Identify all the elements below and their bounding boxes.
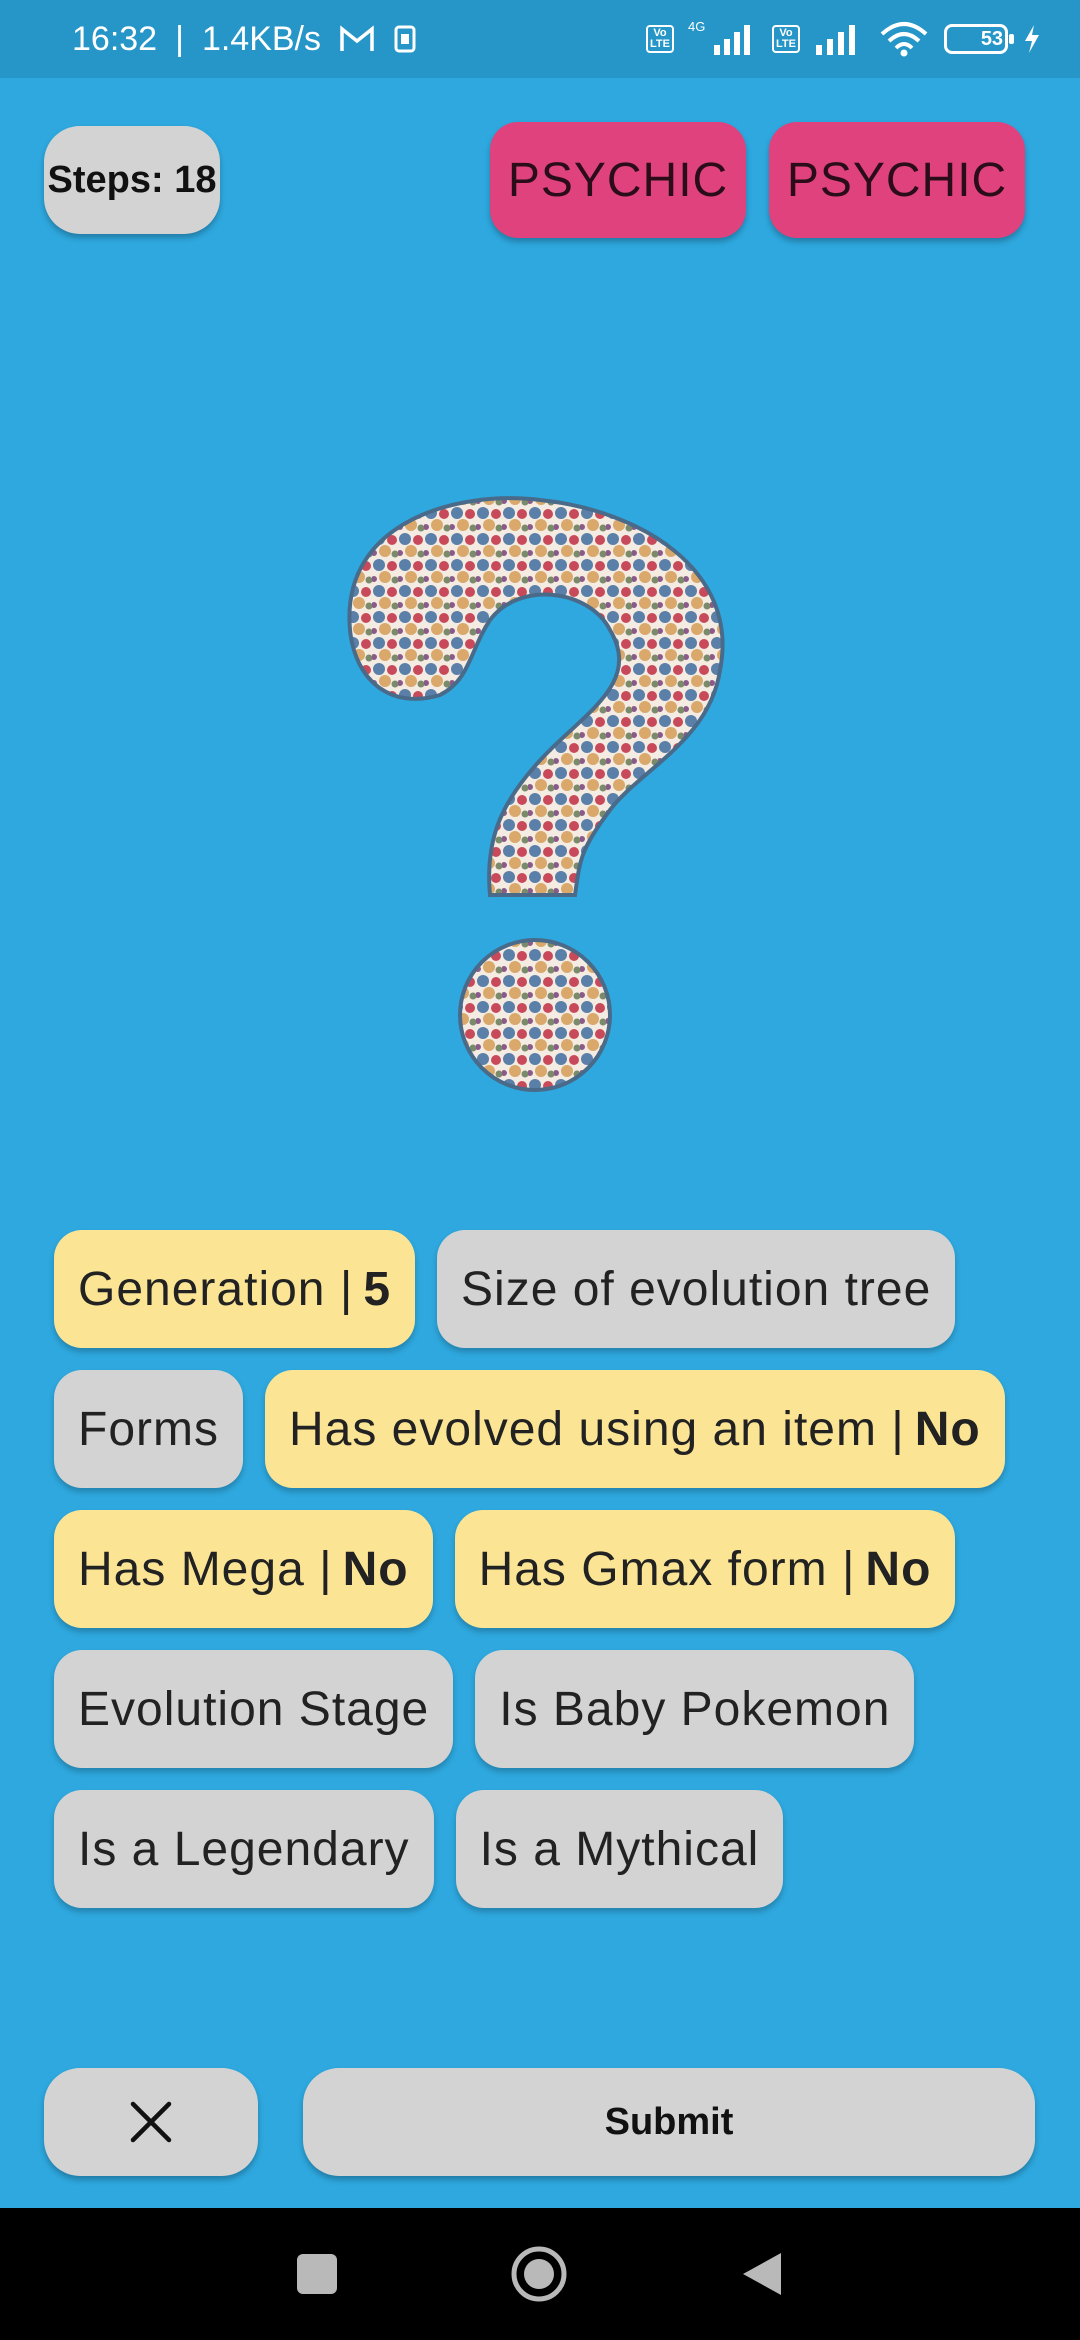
question-chip-evolution-tree-size[interactable]: Size of evolution tree — [437, 1230, 956, 1348]
type-badge-1: PSYCHIC — [490, 122, 746, 238]
sim-icon — [393, 24, 417, 54]
close-icon — [130, 2101, 172, 2143]
svg-text:4G: 4G — [688, 19, 705, 34]
question-chip-is-baby[interactable]: Is Baby Pokemon — [475, 1650, 915, 1768]
question-chip-has-mega[interactable]: Has Mega | No — [54, 1510, 433, 1628]
chip-label: Forms — [78, 1402, 219, 1456]
chip-row: Generation | 5 Size of evolution tree — [54, 1230, 1034, 1348]
chip-label: Is Baby Pokemon — [499, 1682, 891, 1736]
question-chip-is-mythical[interactable]: Is a Mythical — [455, 1790, 784, 1908]
volte-icon: Vo LTE — [646, 25, 674, 53]
chip-answer: No — [865, 1542, 932, 1596]
4g-signal-icon: 4G — [688, 19, 758, 59]
chip-label: Generation — [78, 1262, 326, 1316]
question-chip-has-gmax[interactable]: Has Gmax form | No — [454, 1510, 956, 1628]
question-chip-forms[interactable]: Forms — [54, 1370, 243, 1488]
chip-row: Forms Has evolved using an item | No — [54, 1370, 1034, 1488]
status-right: Vo LTE 4G Vo LTE 53 — [646, 19, 1042, 59]
chip-answer: No — [342, 1542, 409, 1596]
chip-label: Is a Mythical — [479, 1822, 760, 1876]
question-chip-generation[interactable]: Generation | 5 — [54, 1230, 416, 1348]
system-nav-bar — [0, 2208, 1080, 2340]
question-mark-icon — [347, 496, 725, 1092]
chip-answer: 5 — [363, 1262, 392, 1316]
recents-button[interactable] — [295, 2252, 339, 2296]
battery-icon: 53 — [944, 24, 1014, 54]
gmail-icon — [339, 25, 375, 53]
status-left: 16:32 | 1.4KB/s — [72, 20, 417, 59]
chip-row: Is a Legendary Is a Mythical — [54, 1790, 1034, 1908]
question-chips: Generation | 5 Size of evolution tree For… — [54, 1230, 1034, 1930]
separator: | — [175, 19, 184, 58]
question-chip-evolution-stage[interactable]: Evolution Stage — [54, 1650, 454, 1768]
signal-icon — [814, 21, 864, 57]
network-speed: 1.4KB/s — [201, 19, 322, 58]
question-chip-is-legendary[interactable]: Is a Legendary — [54, 1790, 434, 1908]
chip-label: Evolution Stage — [78, 1682, 430, 1736]
chip-label: Has evolved using an item — [288, 1402, 877, 1456]
back-button[interactable] — [739, 2249, 785, 2299]
clock: 16:32 — [72, 19, 158, 58]
steps-counter: Steps: 18 — [44, 126, 220, 234]
type-badge-2: PSYCHIC — [769, 122, 1025, 238]
chip-row: Evolution Stage Is Baby Pokemon — [54, 1650, 1034, 1768]
chip-answer: No — [914, 1402, 981, 1456]
chip-row: Has Mega | No Has Gmax form | No — [54, 1510, 1034, 1628]
chip-label: Has Gmax form — [478, 1542, 828, 1596]
status-bar: 16:32 | 1.4KB/s Vo LTE 4G Vo LTE 53 — [0, 0, 1080, 78]
chip-label: Has Mega — [78, 1542, 305, 1596]
wifi-icon — [878, 20, 930, 58]
home-button[interactable] — [509, 2244, 569, 2304]
charging-icon — [1022, 23, 1042, 55]
chip-label: Size of evolution tree — [461, 1262, 932, 1316]
submit-button[interactable]: Submit — [303, 2068, 1035, 2176]
chip-label: Is a Legendary — [78, 1822, 410, 1876]
question-chip-evolved-using-item[interactable]: Has evolved using an item | No — [264, 1370, 1005, 1488]
close-button[interactable] — [44, 2068, 258, 2176]
volte-icon-2: Vo LTE — [772, 25, 800, 53]
battery-level: 53 — [980, 27, 1004, 50]
